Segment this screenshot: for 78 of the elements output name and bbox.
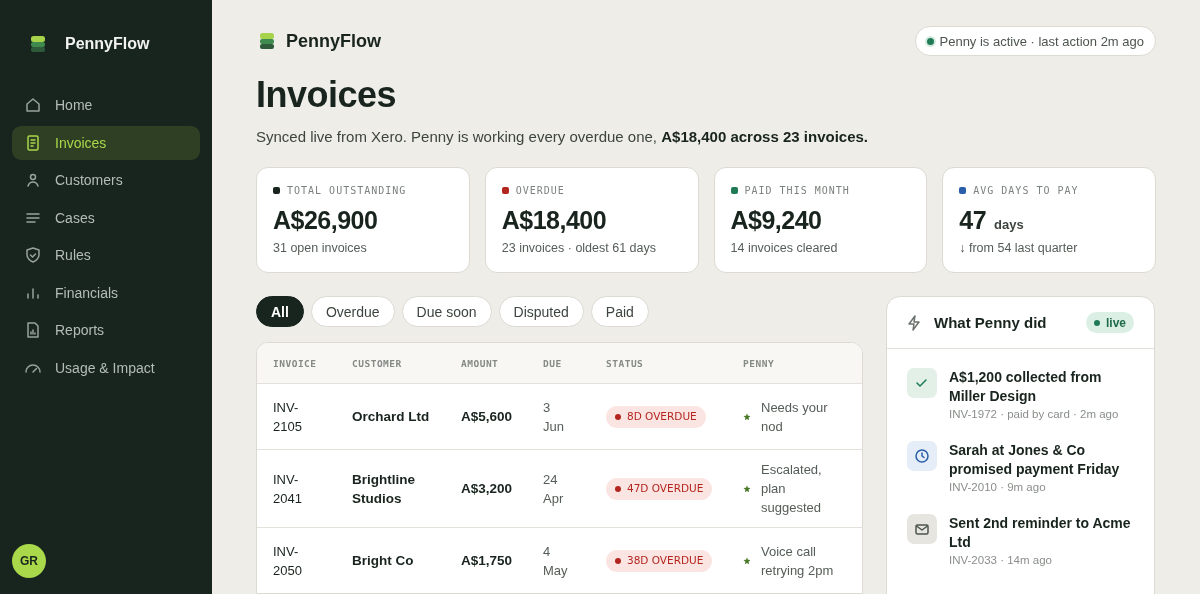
stat-value: A$26,900 xyxy=(273,206,378,235)
sidebar-item[interactable]: Cases xyxy=(12,200,200,235)
table-cell-text: Bright Co xyxy=(352,552,415,570)
panel-title: What Penny did xyxy=(934,314,1048,331)
report-icon xyxy=(24,321,42,339)
status-dot xyxy=(926,37,934,45)
sidebar-item[interactable]: Invoices xyxy=(12,125,200,160)
clock-icon xyxy=(913,447,931,465)
brand-name: PennyFlow xyxy=(65,35,150,53)
table-cell-text: A$5,600 xyxy=(461,408,514,426)
table-cell-text: A$3,200 xyxy=(461,480,514,498)
column-header: CUSTOMER xyxy=(352,357,403,369)
gauge-icon xyxy=(24,362,42,373)
sidebar-item[interactable]: Home xyxy=(12,88,200,122)
status-badge: 47D OVERDUE xyxy=(606,477,713,500)
lightning-icon xyxy=(905,313,923,332)
stat-value: 47 xyxy=(959,206,987,235)
column-header: DUE xyxy=(543,357,563,369)
table-cell-text: INV-2050 xyxy=(273,542,303,580)
table-cell-text: Escalated, plan suggested xyxy=(761,461,823,517)
activity-meta: INV-2010 · 9m ago xyxy=(949,481,1047,493)
stat-label: AVG DAYS TO PAY xyxy=(973,185,1079,196)
activity-text: Sarah at Jones & Co promised payment Friday xyxy=(949,441,1121,479)
live-badge: live xyxy=(1086,312,1134,333)
stacked-coins-icon xyxy=(258,32,276,50)
table-cell-text: Voice call retrying 2pm xyxy=(761,542,835,580)
stat-note: 23 invoices · oldest 61 days xyxy=(501,241,657,255)
filter-tab[interactable]: All xyxy=(256,296,304,327)
stat-value: A$9,240 xyxy=(730,206,822,235)
table-cell-text: 4 May xyxy=(543,542,569,580)
person-icon xyxy=(24,171,42,189)
activity-meta: INV-1972 · paid by card · 2m ago xyxy=(949,408,1120,420)
table-cell-text: INV-2041 xyxy=(273,470,303,508)
document-icon xyxy=(24,133,42,152)
table-cell-text: Needs your nod xyxy=(761,398,829,436)
sidebar-item[interactable]: Usage & Impact xyxy=(12,350,200,385)
activity-text: Sent 2nd reminder to Acme Ltd xyxy=(949,514,1132,552)
filter-tab[interactable]: Paid xyxy=(590,296,649,327)
sidebar-item[interactable]: Customers xyxy=(12,163,200,197)
filter-tab[interactable]: Overdue xyxy=(310,296,395,327)
stat-unit: days xyxy=(994,217,1024,232)
filter-tab[interactable]: Disputed xyxy=(498,296,584,327)
stat-label: TOTAL OUTSTANDING xyxy=(287,185,407,196)
house-icon xyxy=(24,96,42,114)
brand-name: PennyFlow xyxy=(286,30,381,52)
filter-tab[interactable]: Due soon xyxy=(401,296,492,327)
stat-label: OVERDUE xyxy=(515,185,565,196)
column-header: AMOUNT xyxy=(461,357,500,369)
stat-note: 14 invoices cleared xyxy=(730,241,839,255)
star-icon xyxy=(743,556,751,565)
status-badge: 8D OVERDUE xyxy=(606,405,706,428)
user-avatar[interactable]: GR xyxy=(12,544,46,578)
table-cell-text: Orchard Ltd xyxy=(352,408,431,426)
status-badge: 38D OVERDUE xyxy=(606,549,713,572)
column-header: INVOICE xyxy=(273,357,318,369)
sidebar-item[interactable]: Reports xyxy=(12,313,200,347)
status-text: Penny is active · last action 2m ago xyxy=(939,33,1144,49)
table-cell-text: A$1,750 xyxy=(461,552,514,570)
table-cell-text: 3 Jun xyxy=(543,398,565,436)
stat-label: PAID THIS MONTH xyxy=(744,185,850,196)
table-cell-text: Brightline Studios xyxy=(352,470,416,508)
page-subtitle: Synced live from Xero. Penny is working every overdue one, A$18,400 across 23 invoices. xyxy=(256,128,869,145)
activity-text: A$1,200 collected from Miller Design xyxy=(949,368,1103,406)
stat-note: ↓ from 54 last quarter xyxy=(959,241,1079,255)
activity-meta: INV-2033 · 14m ago xyxy=(949,554,1053,566)
star-icon xyxy=(743,412,751,421)
shield-icon xyxy=(24,246,42,264)
column-header: STATUS xyxy=(606,357,645,369)
stat-value: A$18,400 xyxy=(501,206,607,235)
page-title: Invoices xyxy=(256,74,398,116)
star-icon xyxy=(743,484,751,493)
sidebar-item[interactable]: Financials xyxy=(12,275,200,310)
stat-note: 31 open invoices xyxy=(273,241,368,255)
column-header: PENNY xyxy=(743,357,776,369)
table-cell-text: INV-2105 xyxy=(273,398,303,436)
table-cell-text: 24 Apr xyxy=(543,470,565,508)
sidebar-item[interactable]: Rules xyxy=(12,238,200,272)
stacked-coins-icon xyxy=(29,35,47,53)
